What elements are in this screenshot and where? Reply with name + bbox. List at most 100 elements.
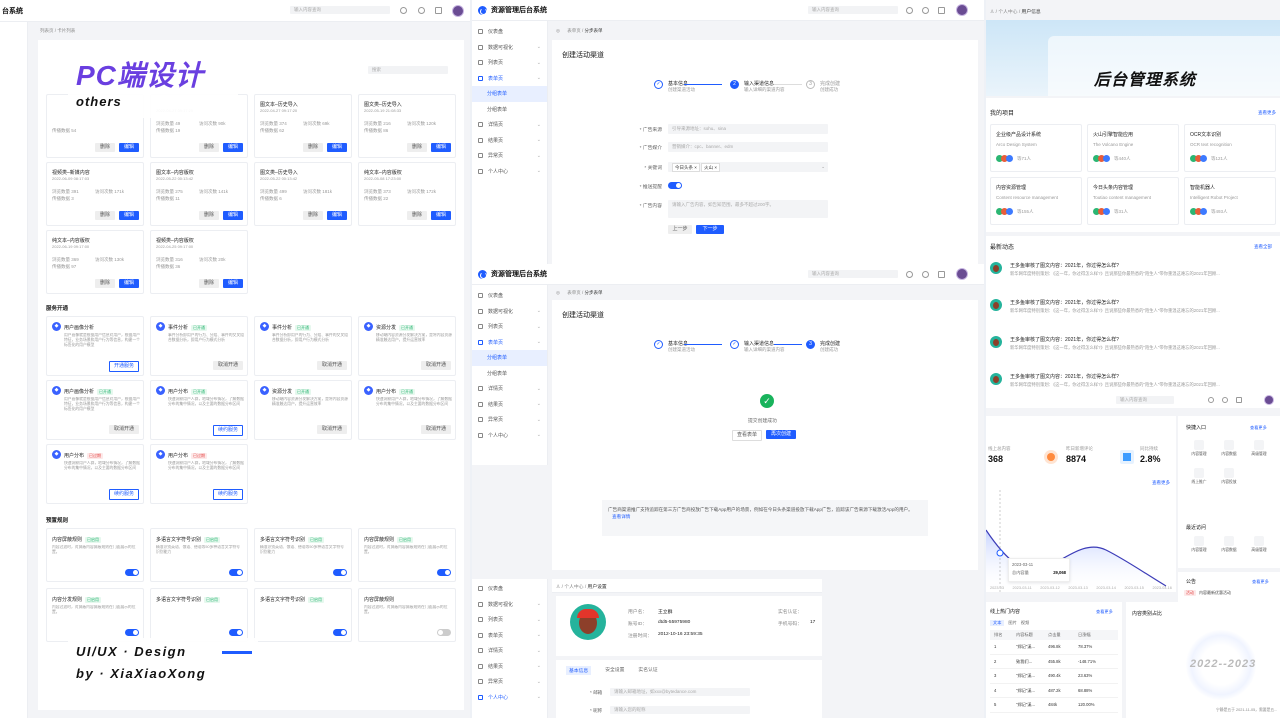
bell-icon[interactable] [906,7,913,14]
service-action-button[interactable]: 取消开通 [317,425,347,434]
hot-tab-text[interactable]: 文本 [990,620,1005,626]
sidebar-item[interactable]: 个人中心 ⌄ [472,690,547,706]
ad-source-input[interactable]: 引导来源地址：sohu、sina [668,124,828,134]
email-input[interactable]: 请输入邮箱地址，如xxx@bytedance.com [610,688,750,696]
gear-icon[interactable] [418,7,425,14]
nickname-input[interactable]: 请输入您的昵称 [610,706,750,714]
hot-tab-image[interactable]: 图片 [1008,620,1016,626]
table-row[interactable]: 4 "郑记"溪... 487.2k 68.88% [990,684,1118,698]
sidebar-item[interactable]: 结果页 ⌄ [472,397,547,413]
rule-toggle[interactable] [125,569,139,576]
service-action-button[interactable]: 续约服务 [213,425,243,436]
service-action-button[interactable]: 取消开通 [213,361,243,370]
sidebar-subitem[interactable]: 分组表单 [472,350,547,366]
next-button[interactable]: 下一步 [696,225,724,234]
left-search-input[interactable]: 输入内容查询 [290,6,390,14]
delete-button[interactable]: 删除 [407,211,427,220]
table-row[interactable]: 3 "郑记"溪... 490.4k 23.63% [990,669,1118,684]
chevron-down-icon[interactable]: ⌄ [821,162,825,172]
sidebar-item[interactable]: 表单页 ⌄ [472,71,547,87]
quick-more-link[interactable]: 查看更多 [1250,425,1267,431]
sidebar-item[interactable]: 结果页 ⌄ [472,133,547,149]
rule-toggle[interactable] [333,629,347,636]
quick-entry[interactable]: 线上推广 [1186,468,1212,485]
service-action-button[interactable]: 取消开通 [317,361,347,370]
sidebar-item[interactable]: 表单页 ⌄ [472,628,547,644]
recent-entry[interactable]: 高级管理 [1246,536,1272,553]
news-item[interactable]: 王多鱼审核了图文内容：2021年，你过得怎么样? 新华网年度特别策划：《这一年，… [990,260,1276,290]
news-more-link[interactable]: 查看全部 [1254,244,1272,250]
rule-toggle[interactable] [437,629,451,636]
hot-more-link[interactable]: 查看更多 [1096,609,1113,615]
filter-input[interactable]: 搜索 [368,66,448,74]
sidebar-item[interactable]: 异常页 ⌄ [472,412,547,428]
sidebar-item[interactable]: 详情页 ⌄ [472,381,547,397]
delete-button[interactable]: 删除 [407,143,427,152]
sidebar-item[interactable]: 仪表盘 [472,288,547,304]
news-item[interactable]: 王多鱼审核了图文内容：2021年，你过得怎么样? 新华网年度特别策划：《这一年，… [990,297,1276,327]
sidebar-item[interactable]: 详情页 ⌄ [472,643,547,659]
sidebar-item[interactable]: 异常页 ⌄ [472,148,547,164]
service-action-button[interactable]: 开通服务 [109,361,139,372]
mid-top-search-input[interactable]: 输入内容查询 [808,6,898,14]
delete-button[interactable]: 删除 [199,143,219,152]
mid-bottom-search-input[interactable]: 输入内容查询 [808,270,898,278]
sidebar-item[interactable]: 数据可视化 ⌄ [472,304,547,320]
delete-button[interactable]: 删除 [95,143,115,152]
sidebar-item[interactable]: 个人中心 ⌄ [472,164,547,180]
bell-icon[interactable] [906,271,913,278]
quick-entry[interactable]: 内容数据 [1216,440,1242,457]
breadcrumb-item[interactable]: 个人中心 [564,585,583,590]
table-row[interactable]: 1 "郑记"溪... 496.8k 78.37% [990,640,1118,655]
edit-button[interactable]: 编辑 [119,143,139,152]
breadcrumb-item[interactable]: 表单页 [567,28,581,33]
tab-security[interactable]: 安全设置 [605,666,624,675]
sidebar-item[interactable]: 列表页 ⌄ [472,55,547,71]
breadcrumb-home-icon[interactable]: ◎ [556,28,560,33]
avatar[interactable] [1264,395,1274,405]
avatar[interactable] [452,5,464,17]
sidebar-item[interactable]: 个人中心 ⌄ [472,428,547,444]
delete-button[interactable]: 删除 [199,279,219,288]
project-card[interactable]: 企业级产品设计系统 Arco Design System 等71人 [990,124,1082,172]
edit-button[interactable]: 编辑 [119,279,139,288]
projects-more-link[interactable]: 查看更多 [1258,110,1276,116]
quick-entry[interactable]: 高级管理 [1246,440,1272,457]
service-action-button[interactable]: 取消开通 [421,425,451,434]
hot-tab-video[interactable]: 视频 [1021,620,1029,626]
sidebar-item[interactable]: 表单页 ⌄ [472,335,547,351]
document-icon[interactable] [1236,397,1242,403]
edit-button[interactable]: 编辑 [223,143,243,152]
gear-icon[interactable] [1222,397,1228,403]
sidebar-item[interactable]: 仪表盘 [472,24,547,40]
tab-verify[interactable]: 实名认证 [638,666,657,675]
delete-button[interactable]: 删除 [95,279,115,288]
service-action-button[interactable]: 取消开通 [109,425,139,434]
sidebar-item[interactable]: 详情页 ⌄ [472,117,547,133]
edit-button[interactable]: 编辑 [327,211,347,220]
breadcrumb-home-icon[interactable]: ◎ [556,290,560,295]
view-detail-link[interactable]: 查看详情 [612,514,630,519]
create-again-button[interactable]: 再次创建 [766,430,796,439]
sidebar-item[interactable]: 仪表盘 [472,581,547,597]
gear-icon[interactable] [922,271,929,278]
sidebar-item[interactable]: 列表页 ⌄ [472,612,547,628]
rule-toggle[interactable] [229,629,243,636]
project-card[interactable]: OCR文本识别 OCR text recognition 等121人 [1184,124,1276,172]
keyword-tag[interactable]: 今日头条 × [672,163,700,172]
project-card[interactable]: 智能机器人 Intelligent Robot Project 等493人 [1184,177,1276,225]
breadcrumb-item[interactable]: 个人中心 [998,10,1017,15]
bell-icon[interactable] [1208,397,1214,403]
document-icon[interactable] [938,271,945,278]
sidebar-item[interactable]: 异常页 ⌄ [472,674,547,690]
notice-item[interactable]: 活动 内容最新优惠活动 [1184,590,1278,596]
table-row[interactable]: 5 "郑记"溪... 484k 120.00% [990,698,1118,713]
notice-more-link[interactable]: 查看更多 [1252,579,1269,585]
gear-icon[interactable] [922,7,929,14]
service-action-button[interactable]: 续约服务 [109,489,139,500]
sidebar-subitem[interactable]: 分组表单 [472,366,547,382]
rule-toggle[interactable] [437,569,451,576]
view-form-button[interactable]: 查看表单 [732,430,762,441]
service-action-button[interactable]: 取消开通 [421,361,451,370]
dashboard-search-input[interactable]: 输入内容查询 [1116,396,1174,404]
